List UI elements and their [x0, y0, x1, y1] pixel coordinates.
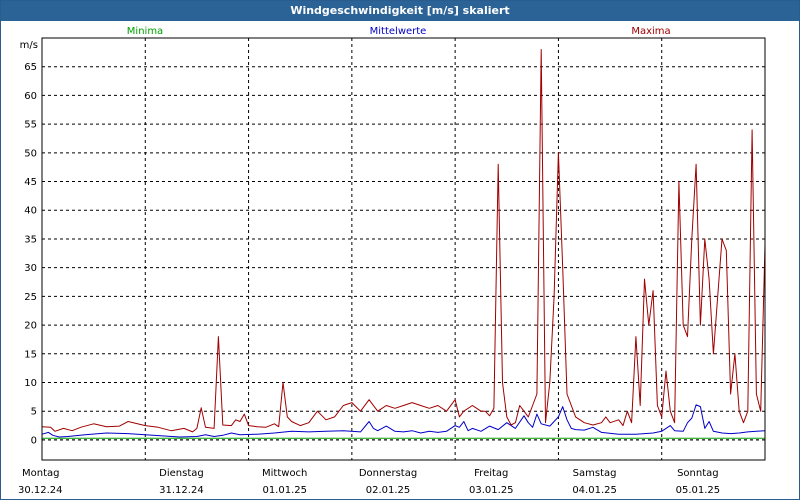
- y-axis-label: m/s: [20, 40, 38, 51]
- y-tick-label: 20: [24, 321, 37, 332]
- x-date-label: 05.01.25: [676, 485, 721, 496]
- y-tick-label: 0: [31, 435, 37, 446]
- grid: [42, 38, 765, 460]
- legend: Minima Mittelwerte Maxima: [127, 26, 671, 37]
- y-tick-label: 55: [24, 120, 37, 131]
- plot-area: [41, 37, 766, 461]
- series-line-mittelwerte: [41, 404, 766, 438]
- legend-maxima: Maxima: [631, 26, 670, 37]
- y-tick-label: 15: [24, 349, 37, 360]
- x-axis-labels: Montag 30.12.24 Dienstag 31.12.24 Mittwoch 01…: [18, 468, 720, 496]
- y-tick-label: 40: [24, 206, 37, 217]
- y-tick-label: 60: [24, 91, 37, 102]
- y-tick-label: 25: [24, 292, 37, 303]
- x-day-label: Donnerstag: [359, 468, 417, 479]
- x-date-label: 30.12.24: [18, 485, 63, 496]
- x-day-label: Mittwoch: [262, 468, 307, 479]
- x-day-label: Samstag: [573, 468, 617, 479]
- y-tick-label: 5: [31, 407, 37, 418]
- y-tick-label: 50: [24, 148, 37, 159]
- series-lines: [41, 49, 766, 439]
- x-day-label: Dienstag: [159, 468, 204, 479]
- wind-speed-chart: 0 5 10 15 20 25 30 35 40 45 50 55 60 65 Montag 30.12.2…: [18, 26, 766, 496]
- x-date-label: 03.01.25: [469, 485, 514, 496]
- x-day-label: Freitag: [474, 468, 508, 479]
- y-tick-label: 30: [24, 263, 37, 274]
- legend-mittelwerte: Mittelwerte: [370, 26, 427, 37]
- y-tick-label: 45: [24, 177, 37, 188]
- x-date-label: 31.12.24: [159, 485, 204, 496]
- x-day-label: Montag: [22, 468, 59, 479]
- x-date-label: 02.01.25: [366, 485, 411, 496]
- x-date-label: 04.01.25: [572, 485, 617, 496]
- y-tick-label: 65: [24, 62, 37, 73]
- y-tick-label: 10: [24, 378, 37, 389]
- y-tick-label: 35: [24, 234, 37, 245]
- x-day-label: Sonntag: [677, 468, 719, 479]
- x-date-label: 01.01.25: [262, 485, 307, 496]
- legend-minima: Minima: [127, 26, 163, 37]
- y-axis-ticks: 0 5 10 15 20 25 30 35 40 45 50 55 60 65: [24, 62, 37, 446]
- series-line-maxima: [41, 49, 766, 433]
